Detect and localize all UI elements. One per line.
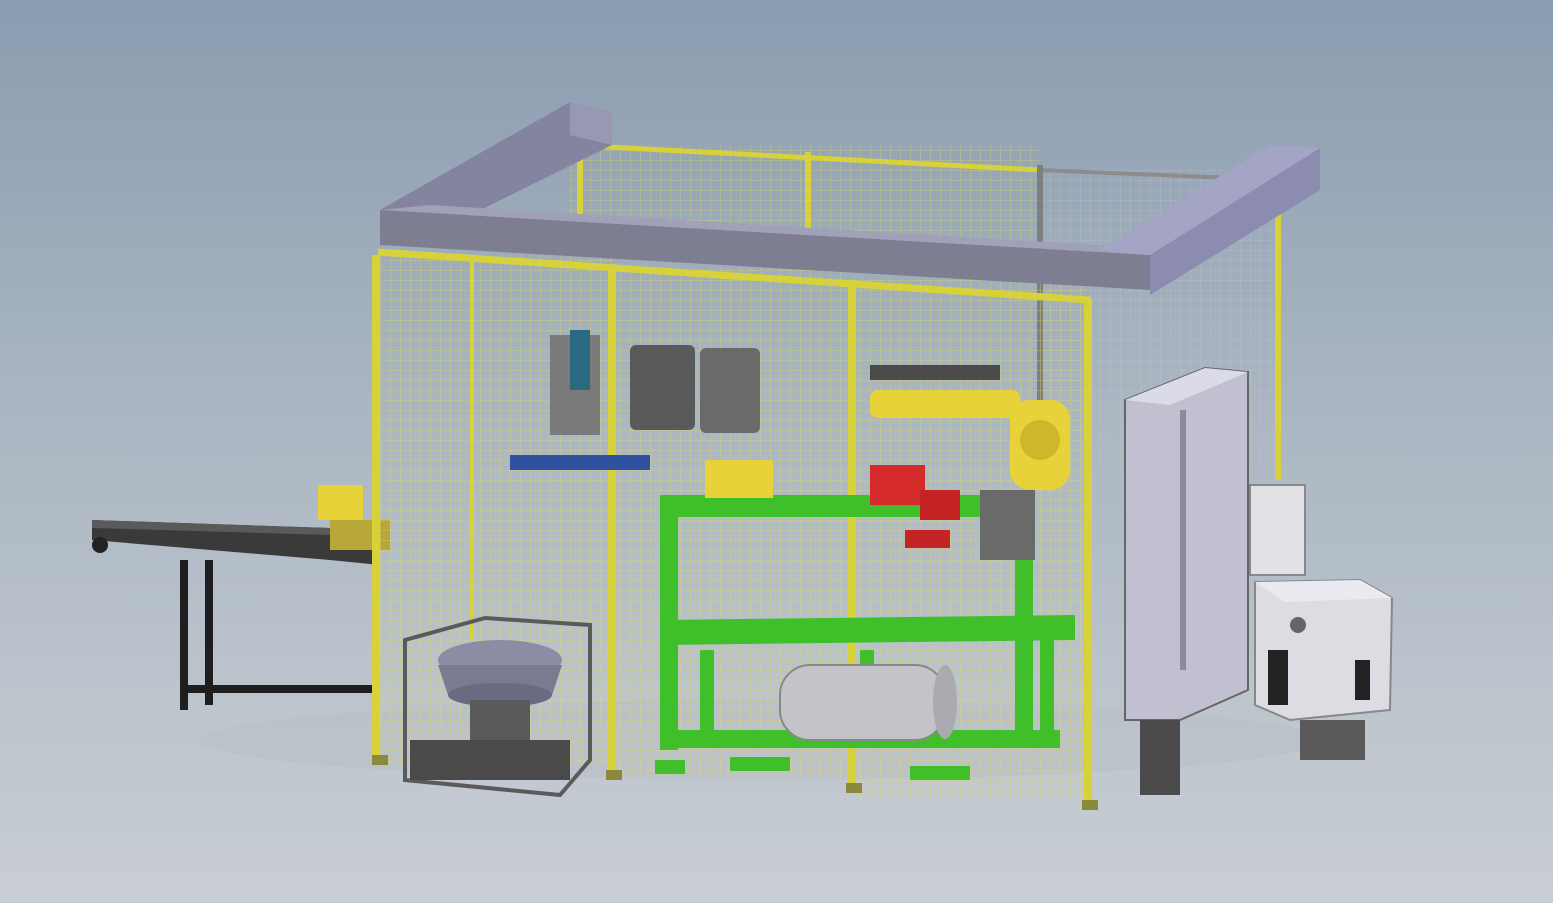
junction-box bbox=[1249, 484, 1306, 576]
cad-viewport[interactable] bbox=[0, 0, 1553, 903]
conveyor bbox=[92, 485, 390, 710]
machine-cell-model bbox=[92, 102, 1394, 810]
yellow-box bbox=[705, 460, 773, 498]
pressure-tank bbox=[779, 664, 957, 741]
